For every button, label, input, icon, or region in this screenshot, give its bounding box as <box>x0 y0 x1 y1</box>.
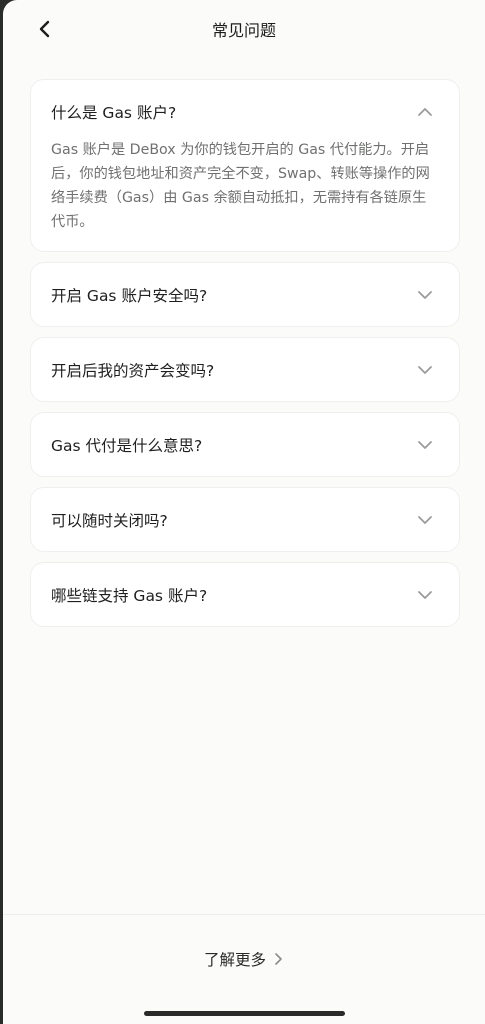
home-indicator <box>144 1011 345 1016</box>
faq-item-is-it-safe[interactable]: 开启 Gas 账户安全吗? <box>30 262 460 327</box>
faq-question: 可以随时关闭吗? <box>51 511 168 530</box>
faq-question: 开启 Gas 账户安全吗? <box>51 286 208 305</box>
learn-more-label: 了解更多 <box>203 951 266 969</box>
chevron-down-icon[interactable] <box>417 437 433 453</box>
faq-question: 开启后我的资产会变吗? <box>51 361 215 380</box>
chevron-down-icon[interactable] <box>417 587 433 603</box>
header: 常见问题 <box>3 0 485 60</box>
faq-question-row[interactable]: 什么是 Gas 账户? <box>31 80 459 144</box>
faq-answer: Gas 账户是 DeBox 为你的钱包开启的 Gas 代付能力。开启后，你的钱包… <box>51 142 430 230</box>
faq-item-assets-change[interactable]: 开启后我的资产会变吗? <box>30 337 460 402</box>
faq-list: 什么是 Gas 账户? Gas 账户是 DeBox 为你的钱包开启的 Gas 代… <box>30 79 460 637</box>
faq-item-what-is-gas-account[interactable]: 什么是 Gas 账户? Gas 账户是 DeBox 为你的钱包开启的 Gas 代… <box>30 79 460 252</box>
faq-item-supported-chains[interactable]: 哪些链支持 Gas 账户? <box>30 562 460 627</box>
learn-more-link[interactable]: 了解更多 <box>3 948 485 970</box>
faq-question-row[interactable]: 开启 Gas 账户安全吗? <box>31 263 459 326</box>
chevron-down-icon[interactable] <box>417 362 433 378</box>
faq-item-close-anytime[interactable]: 可以随时关闭吗? <box>30 487 460 552</box>
faq-question-row[interactable]: Gas 代付是什么意思? <box>31 413 459 476</box>
chevron-down-icon[interactable] <box>417 287 433 303</box>
page-title: 常见问题 <box>211 21 276 40</box>
faq-question: 哪些链支持 Gas 账户? <box>51 586 208 605</box>
chevron-up-icon[interactable] <box>417 104 433 120</box>
faq-question-row[interactable]: 哪些链支持 Gas 账户? <box>31 563 459 626</box>
faq-question-row[interactable]: 开启后我的资产会变吗? <box>31 338 459 401</box>
footer-divider <box>3 914 485 915</box>
faq-question-row[interactable]: 可以随时关闭吗? <box>31 488 459 551</box>
faq-question: 什么是 Gas 账户? <box>51 104 177 122</box>
chevron-down-icon[interactable] <box>417 512 433 528</box>
chevron-right-icon <box>275 953 282 965</box>
faq-item-gas-sponsorship[interactable]: Gas 代付是什么意思? <box>30 412 460 477</box>
faq-question: Gas 代付是什么意思? <box>51 436 203 455</box>
faq-screen: 常见问题 什么是 Gas 账户? Gas 账户是 DeBox 为你的钱包开启的 … <box>3 0 485 1024</box>
